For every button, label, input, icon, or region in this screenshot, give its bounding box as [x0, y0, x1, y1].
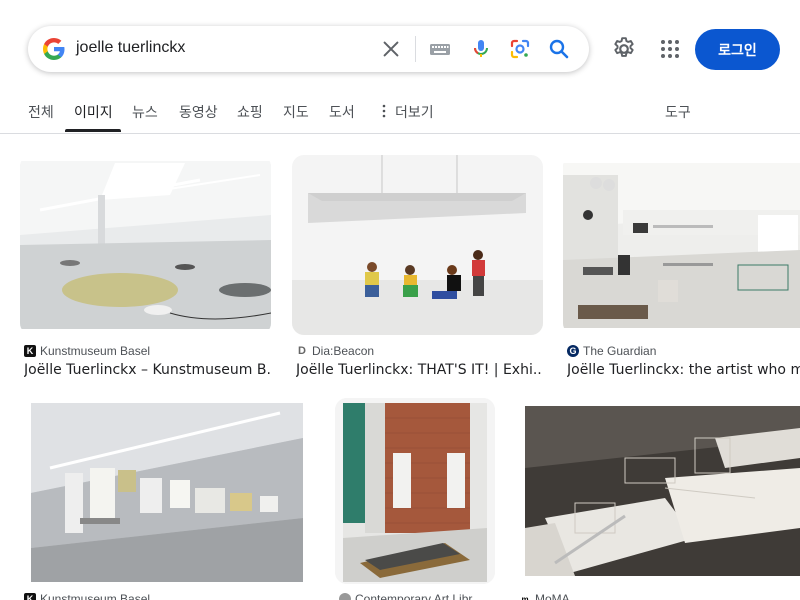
tab-more[interactable]: 더보기 — [395, 102, 434, 122]
search-header: joelle tuerlinckx 로그인 — [0, 0, 800, 98]
result-source-label: Dia:Beacon — [312, 344, 375, 358]
tab-all[interactable]: 전체 — [28, 102, 54, 122]
apps-grid-icon[interactable] — [658, 37, 682, 61]
gallery-group-image — [292, 155, 543, 335]
tab-books[interactable]: 도서 — [329, 102, 355, 122]
result-source: D Dia:Beacon — [296, 344, 543, 358]
result-source-label: Kunstmuseum Basel — [40, 592, 151, 600]
brick-wall-room-image — [335, 398, 495, 584]
keyboard-icon[interactable] — [428, 39, 452, 59]
exhibition-hall-image — [563, 155, 800, 335]
kunstmuseum-favicon-icon: K — [24, 593, 36, 600]
cal-favicon-icon — [339, 593, 351, 600]
search-divider — [415, 36, 416, 62]
result-thumbnail[interactable] — [20, 155, 271, 335]
result-thumbnail[interactable] — [20, 398, 314, 584]
wire-sculptures-image — [515, 398, 800, 584]
result-title[interactable]: Joëlle Tuerlinckx: THAT'S IT! | Exhi... — [296, 362, 543, 378]
moma-favicon-icon: m — [519, 593, 531, 600]
search-icon[interactable] — [547, 37, 571, 61]
dia-favicon-icon: D — [296, 345, 308, 357]
login-button[interactable]: 로그인 — [695, 29, 780, 70]
result-source: K Kunstmuseum Basel — [24, 592, 314, 600]
gear-icon[interactable] — [611, 36, 637, 62]
result-source: Contemporary Art Libr — [339, 592, 495, 600]
kunstmuseum-favicon-icon: K — [24, 345, 36, 357]
google-lens-icon[interactable] — [508, 37, 532, 61]
result-source-label: Kunstmuseum Basel — [40, 344, 151, 358]
tab-images[interactable]: 이미지 — [74, 102, 113, 122]
tab-videos[interactable]: 동영상 — [179, 102, 218, 122]
result-title[interactable]: Joëlle Tuerlinckx – Kunstmuseum B... — [24, 362, 271, 378]
result-thumbnail[interactable] — [515, 398, 800, 584]
result-source: m MoMA — [519, 592, 800, 600]
search-box[interactable]: joelle tuerlinckx — [28, 26, 589, 72]
result-source-label: Contemporary Art Libr — [355, 592, 473, 600]
active-tab-indicator — [65, 129, 121, 132]
result-thumbnail[interactable] — [292, 155, 543, 335]
silver-corridor-image — [20, 398, 314, 584]
result-thumbnail[interactable] — [563, 155, 800, 335]
google-logo-icon — [43, 38, 65, 60]
guardian-favicon-icon: G — [567, 345, 579, 357]
result-source-label: The Guardian — [583, 344, 657, 358]
result-thumbnail[interactable] — [335, 398, 495, 584]
search-input[interactable]: joelle tuerlinckx — [76, 39, 185, 57]
result-source: G The Guardian — [567, 344, 800, 358]
tab-news[interactable]: 뉴스 — [132, 102, 158, 122]
close-icon[interactable] — [380, 38, 402, 60]
result-title[interactable]: Joëlle Tuerlinckx: the artist who mak — [567, 362, 800, 378]
tab-maps[interactable]: 지도 — [283, 102, 309, 122]
microphone-icon[interactable] — [469, 37, 493, 61]
tab-shopping[interactable]: 쇼핑 — [237, 102, 263, 122]
museum-room-image — [20, 155, 271, 335]
tools-button[interactable]: 도구 — [665, 102, 691, 122]
result-source-label: MoMA — [535, 592, 570, 600]
more-vert-icon — [382, 104, 386, 118]
result-source: K Kunstmuseum Basel — [24, 344, 271, 358]
